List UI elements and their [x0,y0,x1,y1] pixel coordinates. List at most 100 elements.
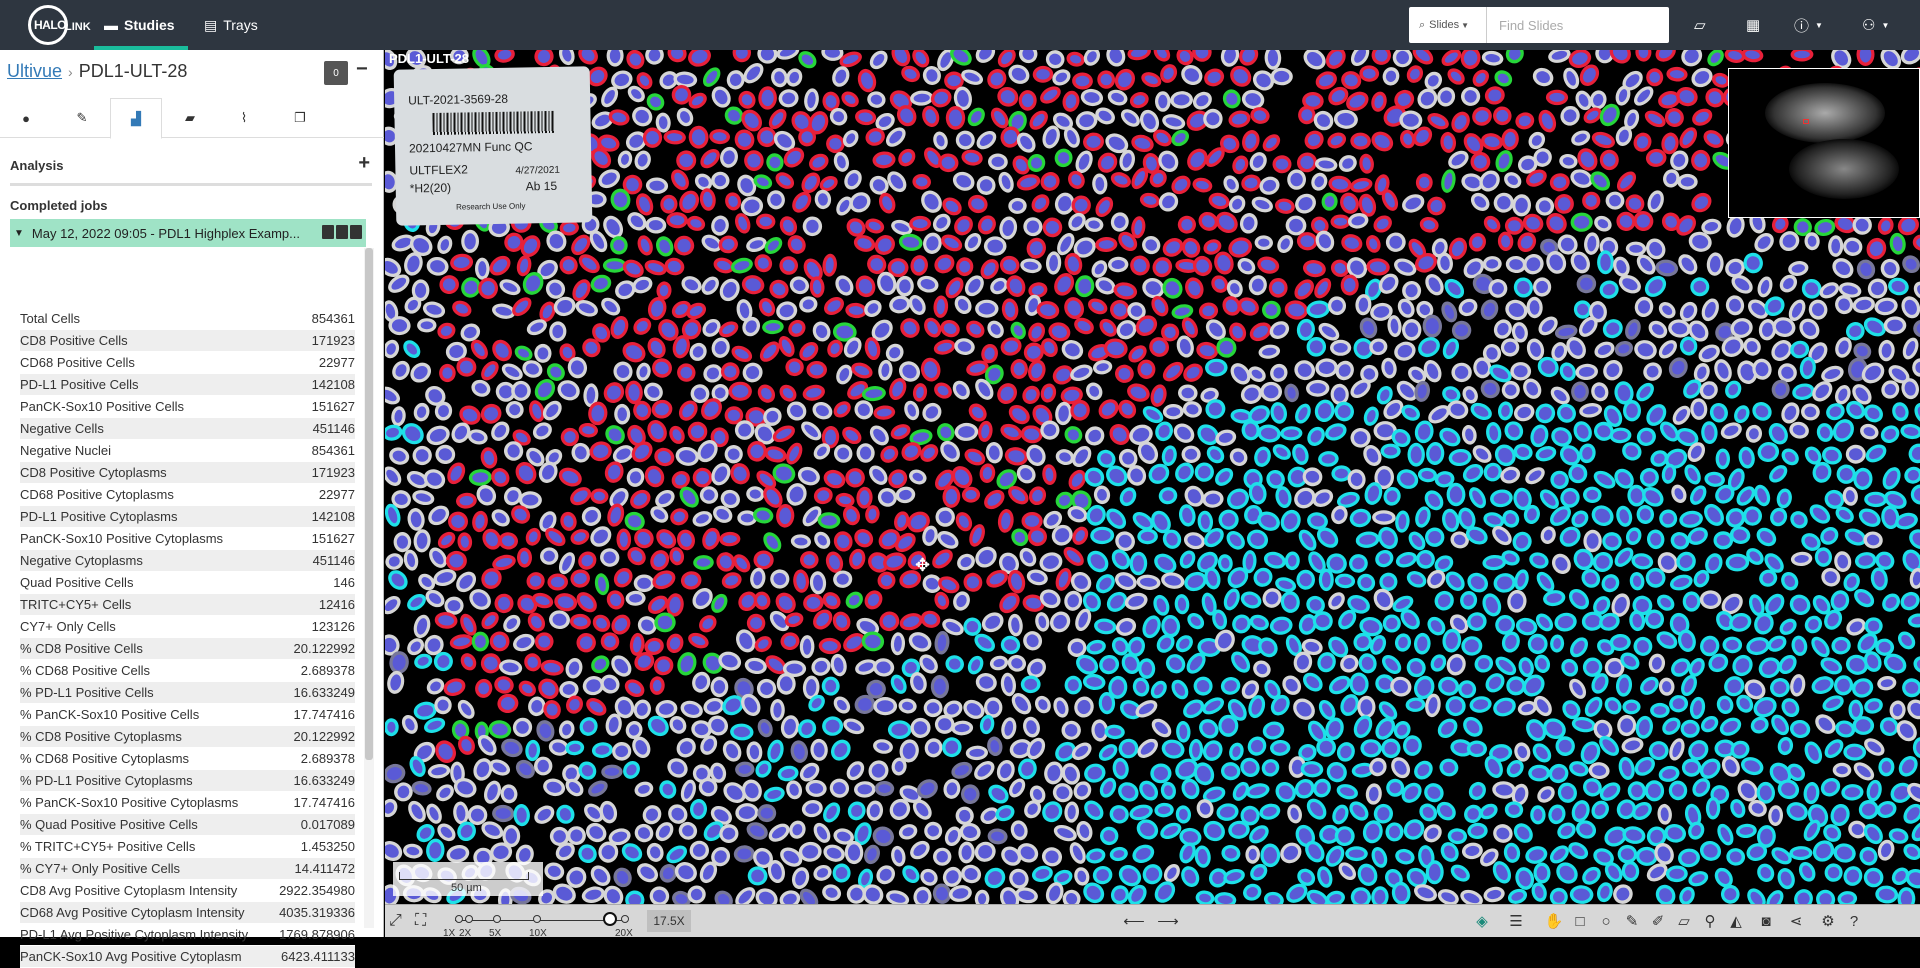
stat-value: 22977 [318,487,355,502]
folder-icon: ▬ [104,17,118,33]
help-icon: ⓘ [1794,17,1810,35]
zoom-mark: 2X [459,928,472,939]
slide-overview-minimap[interactable] [1728,68,1920,218]
tab-edit[interactable]: ✎ [56,98,108,138]
trash-icon[interactable] [350,225,362,239]
stats-scrollbar-thumb[interactable] [365,248,373,760]
scale-bar-label: 50 µm [451,882,482,894]
tab-comments[interactable]: ▰ [164,98,216,138]
fit-to-screen-icon[interactable]: ⤢ [389,912,402,930]
analysis-section-header: Analysis + [10,152,372,186]
stat-label: CD68 Avg Positive Cytoplasm Intensity [20,905,245,920]
stat-value: 17.747416 [293,795,355,810]
nav-studies[interactable]: ▬ Studies [104,0,188,50]
pen-tool-icon[interactable]: ✎ [1621,910,1643,932]
stats-row: Negative Cytoplasms 451146 [20,550,355,572]
search-scope-dropdown[interactable]: ⌕ Slides ▼ [1409,7,1487,43]
move-cursor-icon: ✥ [915,555,931,575]
stat-value: 16.633249 [293,773,355,788]
top-navigation-bar: HALO LINK ▬ Studies ▤ Trays ⌕ Slides ▼ ▱… [0,0,1920,50]
stat-value: 451146 [312,553,355,568]
tab-info[interactable]: ● [0,98,52,138]
ellipse-tool-icon[interactable]: ○ [1595,910,1617,932]
stats-row: % CD68 Positive Cells 2.689378 [20,660,355,682]
tab-attachments[interactable]: ⌇ [218,98,270,138]
stat-value: 854361 [311,443,355,458]
stats-row: CD8 Positive Cytoplasms 171923 [20,462,355,484]
analysis-results-table: Total Cells 854361 CD8 Positive Cells 17192… [20,308,355,968]
stat-value: 2.689378 [300,663,355,678]
segmented-cell-image[interactable] [385,50,1920,904]
stats-row: % PanCK-Sox10 Positive Cytoplasms 17.7474… [20,792,355,814]
breadcrumb-study-link[interactable]: Ultivue [7,61,62,81]
stats-row: CD8 Avg Positive Cytoplasm Intensity 2922… [20,880,355,902]
share-icon[interactable]: ⋖ [1785,910,1807,932]
stat-label: Negative Cytoplasms [20,553,143,568]
export-icon[interactable] [336,225,348,239]
stat-value: 4035.319336 [279,905,355,920]
stat-value: 151627 [311,399,355,414]
camera-icon[interactable]: ◙ [1755,910,1777,932]
halo-link-logo[interactable]: HALO LINK [28,5,92,45]
breadcrumb-current-slide: PDL1-ULT-28 [78,61,188,81]
gear-icon[interactable]: ⚙ [1817,910,1839,932]
tray-icon: ▤ [204,16,218,33]
slide-title: PDL1-ULT-28 [389,51,469,66]
stat-value: 17.747416 [293,707,355,722]
user-menu[interactable]: ⚇ ▼ [1862,0,1889,50]
help-menu[interactable]: ⓘ ▼ [1794,0,1823,50]
view-markup-icon[interactable] [322,225,334,239]
rectangle-tool-icon[interactable]: □ [1569,910,1591,932]
open-folder-icon[interactable]: ▱ [1694,0,1706,50]
slide-viewer[interactable]: PDL1-ULT-28 ULT-2021-3569-28 20210427MN … [385,50,1920,904]
stat-label: CD68 Positive Cytoplasms [20,487,174,502]
help-icon[interactable]: ? [1843,910,1865,932]
stat-label: CD8 Positive Cytoplasms [20,465,167,480]
pin-tool-icon[interactable]: ⚲ [1699,910,1721,932]
stat-label: % CY7+ Only Positive Cells [20,861,181,876]
count-badge[interactable]: 0 [324,61,348,85]
stat-label: % PanCK-Sox10 Positive Cells [20,707,200,722]
stat-value: 1.453250 [300,839,355,854]
ruler-tool-icon[interactable]: ▱ [1673,910,1695,932]
fill-tool-icon[interactable]: ◭ [1725,910,1747,932]
stats-row: % CY7+ Only Positive Cells 14.411472 [20,858,355,880]
add-analysis-button[interactable]: + [358,152,370,175]
stat-label: % CD8 Positive Cells [20,641,143,656]
zoom-slider-handle[interactable] [603,912,617,926]
search-scope-label: Slides [1429,19,1460,31]
stat-value: 142108 [311,377,355,392]
layers-icon[interactable]: ◈ [1471,910,1493,932]
zoom-slider[interactable]: 1X 2X 5X 10X 20X [443,912,633,939]
stat-label: % CD8 Positive Cytoplasms [20,729,182,744]
stat-value: 854361 [311,311,355,326]
arrow-right-icon[interactable]: ⟶ [1157,910,1179,932]
tab-images[interactable]: ❐ [274,98,326,138]
arrow-left-icon[interactable]: ⟵ [1123,910,1145,932]
nav-trays[interactable]: ▤ Trays [204,0,258,50]
collapse-panel-button[interactable]: − [356,58,368,81]
stat-label: PanCK-Sox10 Positive Cytoplasms [20,531,224,546]
info-icon: ● [22,110,30,126]
nav-studies-label: Studies [124,17,175,33]
stats-row: TRITC+CY5+ Cells 12416 [20,594,355,616]
stats-row: % TRITC+CY5+ Positive Cells 1.453250 [20,836,355,858]
zoom-mark: 5X [489,928,502,939]
stat-value: 20.122992 [293,641,355,656]
stat-label: Quad Positive Cells [20,575,134,590]
slide-label-line: Research Use Only [455,201,526,212]
brush-tool-icon[interactable]: ✐ [1647,910,1669,932]
fullscreen-icon[interactable]: ⛶ [415,912,426,930]
stat-value: 142108 [311,509,355,524]
job-label: May 12, 2022 09:05 - PDL1 Highplex Examp… [31,225,300,241]
analysis-job-row[interactable]: ▼ May 12, 2022 09:05 - PDL1 Highplex Exa… [10,219,366,247]
scale-bar: 50 µm [393,862,543,896]
stats-row: % CD8 Positive Cytoplasms 20.122992 [20,726,355,748]
stat-value: 2.689378 [300,751,355,766]
sliders-icon[interactable]: ☰ [1505,910,1527,932]
tab-analysis[interactable]: ▟ [110,98,162,139]
list-view-icon[interactable]: ▦ [1746,0,1760,50]
zoom-level-field[interactable]: 17.5X [647,910,691,932]
search-input[interactable] [1499,10,1669,40]
hand-pan-icon[interactable]: ✋ [1543,910,1565,932]
